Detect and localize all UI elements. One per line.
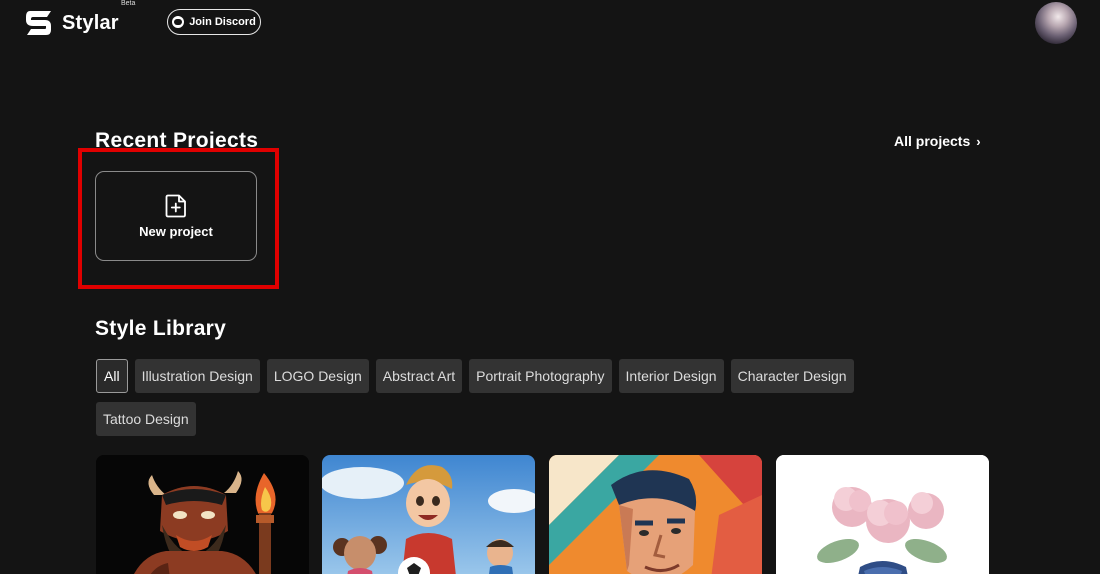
all-projects-label: All projects xyxy=(894,133,971,149)
warrior-illustration-image xyxy=(96,455,309,574)
brand-name: Stylar xyxy=(62,11,119,34)
file-plus-icon xyxy=(165,194,186,217)
join-discord-button[interactable]: Join Discord xyxy=(167,9,261,35)
category-filter-bar: All Illustration Design LOGO Design Abst… xyxy=(96,359,916,445)
flower-vase-image xyxy=(776,455,989,574)
category-chip-tattoo-design[interactable]: Tattoo Design xyxy=(96,402,196,436)
stylar-app: Stylar Beta Join Discord Recent Projects… xyxy=(0,0,1100,574)
category-chip-all[interactable]: All xyxy=(96,359,128,393)
category-chip-illustration-design[interactable]: Illustration Design xyxy=(134,359,260,393)
category-chip-logo-design[interactable]: LOGO Design xyxy=(266,359,369,393)
stylar-logo[interactable]: Stylar xyxy=(25,10,119,36)
style-card-warrior[interactable] xyxy=(96,455,309,574)
style-card-kids-soccer[interactable] xyxy=(322,455,535,574)
category-chip-portrait-photography[interactable]: Portrait Photography xyxy=(469,359,612,393)
style-library-title: Style Library xyxy=(95,317,227,340)
style-card-geometric-portrait[interactable] xyxy=(549,455,762,574)
stylar-logo-icon xyxy=(26,11,51,35)
user-avatar[interactable] xyxy=(1035,2,1077,44)
geometric-portrait-image xyxy=(549,455,762,574)
kids-soccer-illustration-image xyxy=(322,455,535,574)
discord-icon xyxy=(172,16,185,28)
new-project-label: New project xyxy=(139,223,213,239)
category-chip-abstract-art[interactable]: Abstract Art xyxy=(375,359,463,393)
join-discord-label: Join Discord xyxy=(189,16,256,28)
new-project-button[interactable]: New project xyxy=(95,171,257,261)
recent-projects-title: Recent Projects xyxy=(95,129,259,152)
beta-badge: Beta xyxy=(121,0,136,7)
chevron-right-icon: › xyxy=(976,133,981,149)
category-chip-interior-design[interactable]: Interior Design xyxy=(618,359,724,393)
style-card-flower-vase[interactable] xyxy=(776,455,989,574)
category-chip-character-design[interactable]: Character Design xyxy=(730,359,854,393)
all-projects-link[interactable]: All projects › xyxy=(894,133,981,149)
